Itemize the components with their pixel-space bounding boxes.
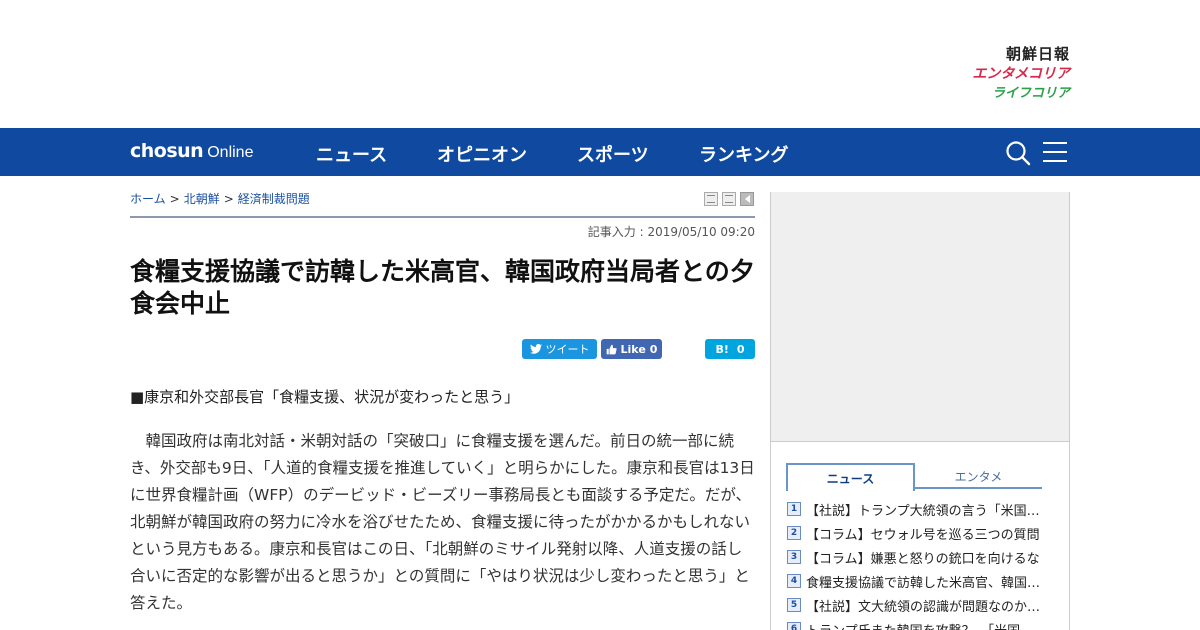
tweet-label: ツイート [545, 343, 590, 356]
breadcrumb-sanctions[interactable]: 経済制裁問題 [238, 192, 310, 206]
breadcrumb-home[interactable]: ホーム [130, 192, 166, 206]
nav-item-sports[interactable]: スポーツ [577, 141, 649, 167]
ranking-item[interactable]: 5 【社説】文大統領の認識が問題なのか… [787, 593, 1047, 617]
breadcrumb-north-korea[interactable]: 北朝鮮 [184, 192, 220, 206]
rank-number-badge: 5 [787, 598, 801, 612]
like-label: Like [620, 342, 646, 356]
article-timestamp: 記事入力 : 2019/05/10 09:20 [587, 225, 755, 239]
ranking-tabs: ニュース エンタメ [786, 463, 1042, 491]
ranking-title: 【コラム】嫌悪と怒りの銃口を向けるな [806, 551, 1040, 567]
nav-item-ranking[interactable]: ランキング [699, 141, 788, 167]
facebook-like-button[interactable]: Like 0 [601, 339, 662, 359]
article-headline: 食糧支援協議で訪韓した米高官、韓国政府当局者との夕食会中止 [130, 257, 755, 318]
article-body: 韓国政府は南北対話・米朝対話の「突破口」に食糧支援を選んだ。前日の統一部に続き、… [130, 432, 755, 612]
entame-korea-link[interactable]: エンタメコリア [930, 64, 1070, 84]
logo-sub-text: Online [207, 144, 254, 161]
article-subhead: ■康京和外交部長官「食糧支援、状況が変わったと思う」 [130, 388, 520, 406]
ranking-title: 【社説】文大統領の認識が問題なのか… [806, 599, 1041, 615]
ranking-list: 1 【社説】トランプ大統領の言う「米国… 2 【コラム】セウォル号を巡る三つの質… [787, 497, 1047, 630]
tab-entame[interactable]: エンタメ [915, 463, 1042, 489]
text-view-icon[interactable] [722, 192, 736, 206]
like-count: 0 [649, 342, 658, 356]
hatena-count: 0 [736, 342, 745, 356]
rank-number-badge: 1 [787, 502, 801, 516]
twitter-bird-icon [529, 344, 542, 354]
back-arrow-icon[interactable] [740, 192, 754, 206]
ranking-title: 【コラム】セウォル号を巡る三つの質問 [806, 527, 1040, 543]
rank-number-badge: 3 [787, 550, 801, 564]
ranking-item[interactable]: 6 トランプ氏また韓国を攻撃？ 「米国… [787, 617, 1047, 630]
article-tools [704, 192, 754, 206]
ranking-item[interactable]: 2 【コラム】セウォル号を巡る三つの質問 [787, 521, 1047, 545]
ranking-title: トランプ氏また韓国を攻撃？ 「米国… [806, 620, 1033, 630]
breadcrumb-divider [130, 216, 755, 218]
ranking-item[interactable]: 1 【社説】トランプ大統領の言う「米国… [787, 497, 1047, 521]
chosun-ilbo-link[interactable]: 朝鮮日報 [930, 44, 1070, 64]
rank-number-badge: 6 [787, 622, 801, 630]
chosun-online-logo[interactable]: chosun Online [130, 140, 253, 164]
tab-news[interactable]: ニュース [786, 463, 915, 491]
life-korea-link[interactable]: ライフコリア [930, 84, 1070, 104]
breadcrumb-separator: > [223, 192, 234, 206]
site-header: 朝鮮日報 エンタメコリア ライフコリア [0, 0, 1200, 128]
ad-placeholder [771, 192, 1069, 442]
breadcrumb-separator: > [169, 192, 180, 206]
hatena-label: B! [715, 342, 729, 356]
share-buttons: ツイート Like 0 B! 0 [522, 339, 755, 359]
ranking-title: 食糧支援協議で訪韓した米高官、韓国… [806, 575, 1041, 591]
ranking-item[interactable]: 3 【コラム】嫌悪と怒りの銃口を向けるな [787, 545, 1047, 569]
nav-item-news[interactable]: ニュース [316, 141, 387, 167]
main-navbar: chosun Online ニュース オピニオン スポーツ ランキング [0, 128, 1200, 176]
menu-icon[interactable] [1043, 141, 1067, 167]
sidebar: ニュース エンタメ 1 【社説】トランプ大統領の言う「米国… 2 【コラム】セウ… [770, 192, 1070, 630]
hatena-bookmark-button[interactable]: B! 0 [705, 339, 755, 359]
tweet-button[interactable]: ツイート [522, 339, 597, 359]
partner-brand-links: 朝鮮日報 エンタメコリア ライフコリア [930, 44, 1070, 104]
nav-item-opinion[interactable]: オピニオン [437, 141, 527, 167]
search-icon[interactable] [1005, 140, 1031, 170]
print-icon[interactable] [704, 192, 718, 206]
logo-main-text: chosun [130, 140, 204, 162]
ranking-item[interactable]: 4 食糧支援協議で訪韓した米高官、韓国… [787, 569, 1047, 593]
rank-number-badge: 2 [787, 526, 801, 540]
breadcrumb: ホーム > 北朝鮮 > 経済制裁問題 [130, 190, 310, 207]
ranking-title: 【社説】トランプ大統領の言う「米国… [806, 503, 1040, 519]
thumbs-up-icon [606, 344, 617, 354]
rank-number-badge: 4 [787, 574, 801, 588]
